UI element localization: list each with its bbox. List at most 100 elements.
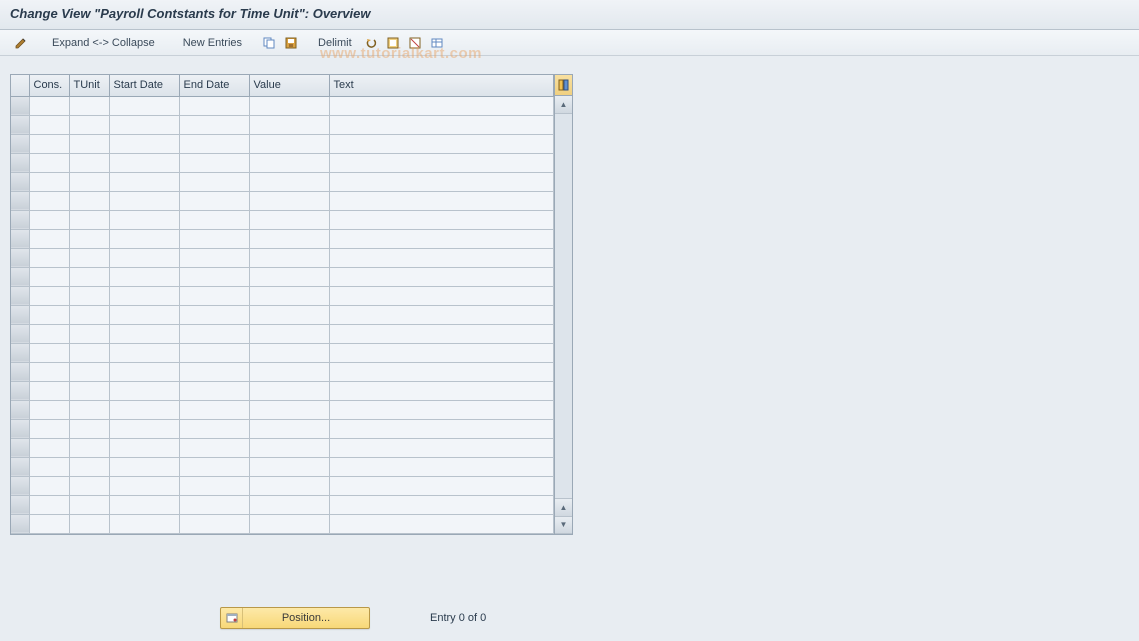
cell-tunit[interactable] bbox=[69, 324, 109, 343]
cell-end-date[interactable] bbox=[179, 438, 249, 457]
cell-text[interactable] bbox=[329, 400, 554, 419]
cell-value[interactable] bbox=[249, 305, 329, 324]
cell-tunit[interactable] bbox=[69, 267, 109, 286]
column-header-cons[interactable]: Cons. bbox=[29, 75, 69, 96]
cell-start-date[interactable] bbox=[109, 400, 179, 419]
cell-start-date[interactable] bbox=[109, 172, 179, 191]
cell-cons[interactable] bbox=[29, 96, 69, 115]
cell-tunit[interactable] bbox=[69, 134, 109, 153]
cell-start-date[interactable] bbox=[109, 248, 179, 267]
cell-text[interactable] bbox=[329, 476, 554, 495]
toggle-change-button[interactable] bbox=[12, 34, 30, 52]
column-header-start-date[interactable]: Start Date bbox=[109, 75, 179, 96]
cell-cons[interactable] bbox=[29, 476, 69, 495]
delimit-button[interactable]: Delimit bbox=[312, 35, 358, 51]
cell-cons[interactable] bbox=[29, 286, 69, 305]
cell-value[interactable] bbox=[249, 381, 329, 400]
column-header-text[interactable]: Text bbox=[329, 75, 554, 96]
scroll-up-button[interactable]: ▲ bbox=[555, 96, 572, 114]
cell-text[interactable] bbox=[329, 324, 554, 343]
cell-end-date[interactable] bbox=[179, 248, 249, 267]
cell-start-date[interactable] bbox=[109, 229, 179, 248]
row-selector[interactable] bbox=[11, 400, 29, 419]
cell-end-date[interactable] bbox=[179, 153, 249, 172]
cell-tunit[interactable] bbox=[69, 248, 109, 267]
cell-cons[interactable] bbox=[29, 362, 69, 381]
row-selector[interactable] bbox=[11, 457, 29, 476]
cell-text[interactable] bbox=[329, 381, 554, 400]
cell-start-date[interactable] bbox=[109, 210, 179, 229]
cell-cons[interactable] bbox=[29, 419, 69, 438]
cell-tunit[interactable] bbox=[69, 457, 109, 476]
cell-cons[interactable] bbox=[29, 305, 69, 324]
cell-tunit[interactable] bbox=[69, 153, 109, 172]
cell-end-date[interactable] bbox=[179, 172, 249, 191]
position-button[interactable]: Position... bbox=[220, 607, 370, 629]
cell-value[interactable] bbox=[249, 96, 329, 115]
cell-end-date[interactable] bbox=[179, 134, 249, 153]
cell-value[interactable] bbox=[249, 229, 329, 248]
cell-cons[interactable] bbox=[29, 514, 69, 533]
cell-value[interactable] bbox=[249, 457, 329, 476]
cell-cons[interactable] bbox=[29, 381, 69, 400]
cell-text[interactable] bbox=[329, 115, 554, 134]
cell-text[interactable] bbox=[329, 210, 554, 229]
expand-collapse-button[interactable]: Expand <-> Collapse bbox=[46, 35, 161, 51]
cell-start-date[interactable] bbox=[109, 514, 179, 533]
cell-cons[interactable] bbox=[29, 267, 69, 286]
cell-cons[interactable] bbox=[29, 172, 69, 191]
scroll-down-button[interactable]: ▼ bbox=[555, 516, 572, 534]
cell-end-date[interactable] bbox=[179, 495, 249, 514]
row-selector[interactable] bbox=[11, 134, 29, 153]
cell-end-date[interactable] bbox=[179, 457, 249, 476]
cell-text[interactable] bbox=[329, 172, 554, 191]
row-selector[interactable] bbox=[11, 96, 29, 115]
cell-value[interactable] bbox=[249, 191, 329, 210]
cell-text[interactable] bbox=[329, 514, 554, 533]
cell-start-date[interactable] bbox=[109, 305, 179, 324]
row-selector[interactable] bbox=[11, 153, 29, 172]
cell-value[interactable] bbox=[249, 115, 329, 134]
cell-tunit[interactable] bbox=[69, 476, 109, 495]
cell-start-date[interactable] bbox=[109, 286, 179, 305]
cell-value[interactable] bbox=[249, 267, 329, 286]
cell-tunit[interactable] bbox=[69, 514, 109, 533]
cell-tunit[interactable] bbox=[69, 172, 109, 191]
cell-value[interactable] bbox=[249, 362, 329, 381]
row-selector[interactable] bbox=[11, 172, 29, 191]
cell-start-date[interactable] bbox=[109, 476, 179, 495]
row-selector[interactable] bbox=[11, 115, 29, 134]
cell-end-date[interactable] bbox=[179, 514, 249, 533]
cell-end-date[interactable] bbox=[179, 343, 249, 362]
cell-start-date[interactable] bbox=[109, 267, 179, 286]
cell-text[interactable] bbox=[329, 248, 554, 267]
cell-text[interactable] bbox=[329, 229, 554, 248]
cell-start-date[interactable] bbox=[109, 134, 179, 153]
cell-text[interactable] bbox=[329, 153, 554, 172]
cell-value[interactable] bbox=[249, 153, 329, 172]
table-settings-button[interactable] bbox=[428, 34, 446, 52]
copy-button[interactable] bbox=[260, 34, 278, 52]
row-selector[interactable] bbox=[11, 343, 29, 362]
cell-text[interactable] bbox=[329, 96, 554, 115]
cell-start-date[interactable] bbox=[109, 153, 179, 172]
cell-text[interactable] bbox=[329, 495, 554, 514]
cell-start-date[interactable] bbox=[109, 495, 179, 514]
cell-text[interactable] bbox=[329, 267, 554, 286]
cell-end-date[interactable] bbox=[179, 305, 249, 324]
cell-text[interactable] bbox=[329, 343, 554, 362]
cell-tunit[interactable] bbox=[69, 210, 109, 229]
row-selector[interactable] bbox=[11, 305, 29, 324]
cell-end-date[interactable] bbox=[179, 419, 249, 438]
cell-start-date[interactable] bbox=[109, 362, 179, 381]
cell-value[interactable] bbox=[249, 134, 329, 153]
cell-value[interactable] bbox=[249, 419, 329, 438]
cell-end-date[interactable] bbox=[179, 381, 249, 400]
cell-value[interactable] bbox=[249, 343, 329, 362]
cell-tunit[interactable] bbox=[69, 343, 109, 362]
cell-end-date[interactable] bbox=[179, 324, 249, 343]
row-selector[interactable] bbox=[11, 286, 29, 305]
cell-tunit[interactable] bbox=[69, 438, 109, 457]
cell-value[interactable] bbox=[249, 248, 329, 267]
cell-cons[interactable] bbox=[29, 134, 69, 153]
